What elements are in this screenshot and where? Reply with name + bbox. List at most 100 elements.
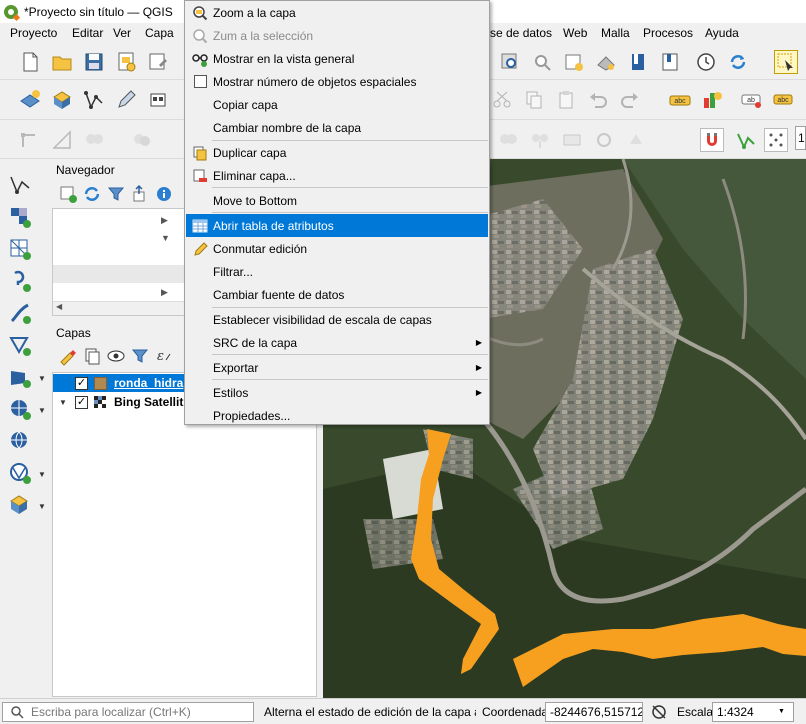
style-manager-icon[interactable]: [58, 346, 78, 366]
layout-manager-icon[interactable]: [146, 50, 170, 74]
zoom-to-layer-toolbar-icon[interactable]: [498, 50, 522, 74]
show-bookmarks-icon[interactable]: [594, 50, 618, 74]
add-raster-icon[interactable]: [146, 88, 170, 112]
menu-proyecto[interactable]: Proyecto: [10, 26, 57, 40]
pin-labels-icon[interactable]: abc: [772, 88, 796, 112]
expand-arrow-icon[interactable]: ▶: [161, 215, 168, 226]
temporal-controller-icon[interactable]: [694, 50, 718, 74]
menu-item-open-attribute-table[interactable]: Abrir tabla de atributos: [186, 214, 488, 237]
copy-features-icon[interactable]: [522, 88, 546, 112]
filter-by-expression-icon[interactable]: ε: [154, 346, 174, 366]
add-group-icon[interactable]: [82, 346, 102, 366]
scale-dropdown-icon[interactable]: ▼: [778, 708, 785, 715]
menu-item-zoom-to-layer[interactable]: Zoom a la capa: [186, 1, 488, 24]
refresh-browser-icon[interactable]: [82, 184, 102, 204]
info-icon[interactable]: [154, 184, 174, 204]
menu-item-rename-layer[interactable]: Cambiar nombre de la capa: [186, 116, 488, 139]
snap-vertex-icon[interactable]: [734, 128, 758, 152]
add-arcgis-layer-icon[interactable]: [6, 459, 34, 487]
paste-features-icon[interactable]: [554, 88, 578, 112]
new-geopackage-icon[interactable]: [50, 88, 74, 112]
add-wfs-layer-icon[interactable]: [6, 427, 34, 455]
add-mesh-layer-icon[interactable]: [6, 235, 34, 263]
menu-item-move-to-bottom[interactable]: Move to Bottom: [186, 189, 488, 212]
snapping-magnet-icon[interactable]: [700, 128, 724, 152]
filter-browser-icon[interactable]: [106, 184, 126, 204]
menu-item-show-feature-count[interactable]: Mostrar número de objetos espaciales: [186, 70, 488, 93]
menu-item-change-data-source[interactable]: Cambiar fuente de datos: [186, 283, 488, 306]
highlight-pinned-labels-icon[interactable]: ab: [740, 88, 764, 112]
coordinate-field[interactable]: -8244676,515712: [545, 702, 643, 722]
digitize-icon[interactable]: [114, 88, 138, 112]
merge-attributes-icon[interactable]: [560, 128, 584, 152]
merge-features-icon[interactable]: [130, 128, 154, 152]
save-project-icon[interactable]: [82, 50, 106, 74]
menu-item-properties[interactable]: Propiedades...: [186, 404, 488, 427]
collapse-arrow-icon[interactable]: ▼: [161, 233, 170, 243]
open-project-icon[interactable]: [50, 50, 74, 74]
menu-item-set-scale-visibility[interactable]: Establecer visibilidad de escala de capa…: [186, 308, 488, 331]
menu-web[interactable]: Web: [563, 26, 587, 40]
data-source-manager-icon[interactable]: [18, 88, 42, 112]
menu-base-de-datos[interactable]: se de datos: [490, 26, 552, 40]
add-raster-layer-icon[interactable]: [6, 203, 34, 231]
menu-item-duplicate-layer[interactable]: Duplicar capa: [186, 141, 488, 164]
new-print-layout-icon[interactable]: [114, 50, 138, 74]
add-spatialite-layer-icon[interactable]: [6, 299, 34, 327]
cut-features-icon[interactable]: [490, 88, 514, 112]
add-wcs-layer-icon[interactable]: [6, 395, 34, 423]
select-features-icon[interactable]: [774, 50, 798, 74]
menu-item-remove-layer[interactable]: Eliminar capa...: [186, 164, 488, 187]
layer-visibility-checkbox[interactable]: ✓: [75, 395, 88, 409]
dropdown-arrow-icon[interactable]: ▼: [38, 502, 46, 511]
scroll-left-icon[interactable]: ◀: [56, 302, 62, 311]
zoom-to-selection-icon[interactable]: [530, 50, 554, 74]
snapping-tolerance-icon[interactable]: [764, 128, 788, 152]
collapse-all-icon[interactable]: [130, 184, 150, 204]
toggle-extents-icon[interactable]: [650, 703, 668, 721]
rotate-point-symbols-icon[interactable]: [592, 128, 616, 152]
menu-item-styles[interactable]: Estilos ▶: [186, 381, 488, 404]
menu-procesos[interactable]: Procesos: [643, 26, 693, 40]
collapse-arrow-icon[interactable]: ▼: [59, 398, 67, 407]
new-project-icon[interactable]: [18, 50, 42, 74]
undo-icon[interactable]: [586, 88, 610, 112]
dropdown-arrow-icon[interactable]: ▼: [38, 374, 46, 383]
menu-item-toggle-editing[interactable]: Conmutar edición: [186, 237, 488, 260]
measure-icon[interactable]: [50, 128, 74, 152]
menu-item-export[interactable]: Exportar ▶: [186, 356, 488, 379]
new-spatial-bookmark-icon[interactable]: [562, 50, 586, 74]
menu-ayuda[interactable]: Ayuda: [705, 26, 739, 40]
split-features-icon[interactable]: [496, 128, 520, 152]
offset-point-symbols-icon[interactable]: [624, 128, 648, 152]
manage-map-themes-icon[interactable]: [106, 346, 126, 366]
layer-visibility-checkbox[interactable]: ✓: [75, 376, 88, 390]
expand-arrow-icon[interactable]: ▶: [161, 287, 168, 298]
dropdown-arrow-icon[interactable]: ▼: [38, 470, 46, 479]
vertex-tool-icon[interactable]: [18, 128, 42, 152]
locator-input[interactable]: Escriba para localizar (Ctrl+K): [2, 702, 254, 722]
label-toolbar-icon[interactable]: abc: [668, 88, 692, 112]
feature-count-checkbox[interactable]: [193, 75, 207, 88]
new-shapefile-layer-icon[interactable]: [6, 491, 34, 519]
redo-icon[interactable]: [618, 88, 642, 112]
menu-item-layer-crs[interactable]: SRC de la capa ▶: [186, 331, 488, 354]
add-wms-layer-icon[interactable]: [6, 363, 34, 391]
add-virtual-layer-icon[interactable]: [6, 331, 34, 359]
add-vector-layer-icon[interactable]: [82, 88, 106, 112]
split-parts-icon[interactable]: [528, 128, 552, 152]
add-vector-icon[interactable]: [6, 171, 34, 199]
filter-legend-icon[interactable]: [130, 346, 150, 366]
refresh-icon[interactable]: [726, 50, 750, 74]
menu-capa[interactable]: Capa: [145, 26, 174, 40]
menu-item-show-in-overview[interactable]: Mostrar en la vista general: [186, 47, 488, 70]
menu-item-zoom-to-selection[interactable]: Zum a la selección: [186, 24, 488, 47]
menu-item-copy-layer[interactable]: Copiar capa: [186, 93, 488, 116]
menu-malla[interactable]: Malla: [601, 26, 630, 40]
identify-shape-icon[interactable]: [82, 128, 106, 152]
add-selected-layers-icon[interactable]: [58, 184, 78, 204]
diagram-options-icon[interactable]: [700, 88, 724, 112]
menu-ver[interactable]: Ver: [113, 26, 131, 40]
add-delimited-text-icon[interactable]: [6, 267, 34, 295]
menu-item-filter[interactable]: Filtrar...: [186, 260, 488, 283]
